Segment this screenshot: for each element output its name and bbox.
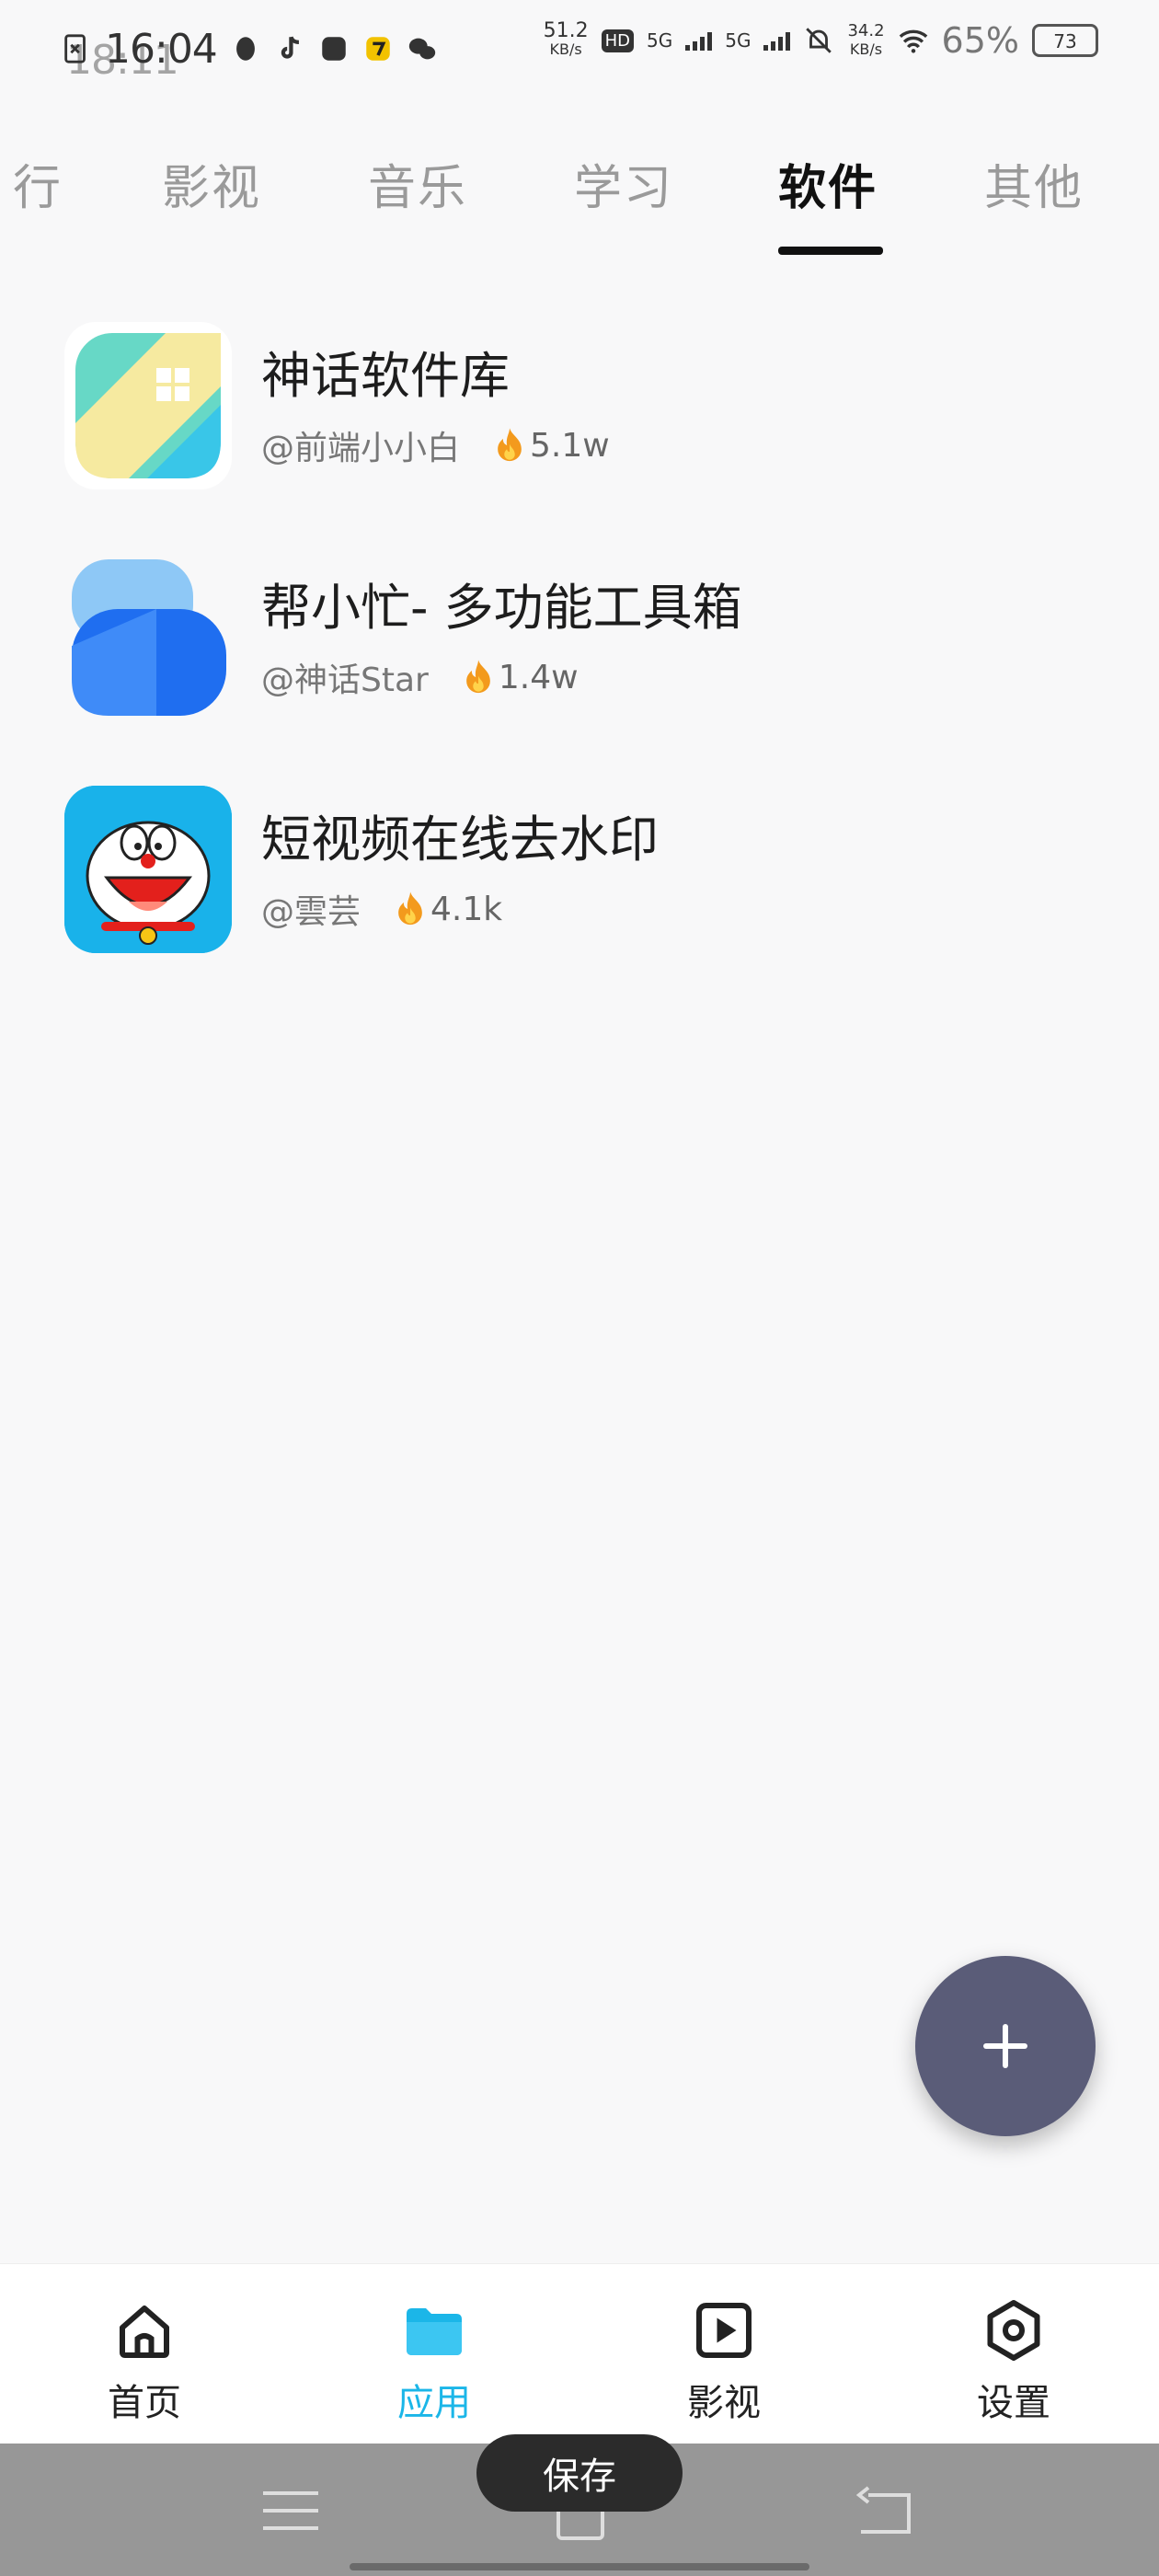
save-button[interactable]: 保存	[476, 2434, 683, 2512]
tab-software[interactable]: 软件	[778, 149, 878, 218]
net-speed-2-unit: KB/s	[849, 40, 883, 58]
gesture-pill[interactable]	[350, 2563, 809, 2570]
status-right: 51.2 KB/s HD 5G 5G 34.2 KB/s 65% 73	[544, 20, 1098, 61]
fire-icon	[498, 428, 522, 462]
app-heat-value: 1.4w	[498, 658, 579, 696]
app-heat-value: 4.1k	[430, 890, 503, 928]
nav-home-label: 首页	[108, 2382, 181, 2424]
battery-icon: 73	[1032, 24, 1098, 57]
app-square-icon	[322, 37, 346, 61]
nav-home[interactable]: 首页	[62, 2297, 227, 2435]
sim-off-icon	[64, 34, 86, 63]
plus-icon	[983, 2024, 1027, 2068]
status-left: 16:04	[61, 17, 438, 81]
tab-active-indicator	[778, 247, 883, 255]
tab-movies[interactable]: 影视	[162, 149, 261, 218]
tab-partial[interactable]: 行	[13, 149, 63, 218]
list-item[interactable]: 短视频在线去水印 @雲芸 4.1k	[0, 776, 1159, 953]
status-time: 16:04	[105, 25, 218, 73]
nav-apps-label: 应用	[397, 2382, 471, 2424]
nav-apps[interactable]: 应用	[351, 2297, 517, 2435]
list-item[interactable]: 帮小忙- 多功能工具箱 @神话Star 1.4w	[0, 545, 1159, 719]
hd-badge: HD	[601, 29, 634, 52]
app-heat-value: 5.1w	[530, 426, 610, 465]
home-icon	[120, 2306, 169, 2358]
fire-icon	[465, 660, 490, 694]
back-icon[interactable]	[855, 2484, 912, 2537]
tiktok-icon	[281, 36, 299, 59]
app-icon-toolbox	[64, 554, 232, 721]
app-title: 短视频在线去水印	[261, 811, 659, 868]
app-heat: 4.1k	[394, 891, 502, 928]
nav-settings[interactable]: 设置	[931, 2297, 1096, 2435]
signal-2-label: 5G	[725, 29, 752, 52]
nav-settings-label: 设置	[977, 2382, 1050, 2424]
signal-1-label: 5G	[646, 29, 673, 52]
battery-pct-ghost: 65%	[941, 20, 1019, 61]
list-item[interactable]: 神话软件库 @前端小小白 5.1w	[0, 313, 1159, 489]
app-author: @神话Star	[261, 661, 429, 699]
yellow-app-icon	[366, 37, 390, 61]
net-speed-unit: KB/s	[549, 40, 582, 58]
doraemon-logo-icon	[64, 786, 232, 953]
tab-study[interactable]: 学习	[574, 149, 673, 218]
tab-music[interactable]: 音乐	[368, 149, 467, 218]
signal-2-icon	[763, 30, 791, 51]
signal-1-icon	[685, 30, 713, 51]
app-meta: @神话Star 1.4w	[261, 653, 579, 701]
menu-icon[interactable]	[263, 2486, 318, 2536]
wechat-icon	[408, 38, 435, 60]
net-speed-value: 51.2	[543, 19, 589, 42]
app-icon-watermark	[64, 786, 232, 953]
qq-icon	[235, 37, 255, 61]
app-meta: @雲芸 4.1k	[261, 885, 502, 933]
bottom-nav: 首页 应用 影视 设置	[0, 2263, 1159, 2444]
battery-level: 73	[1053, 30, 1077, 52]
net-speed-2-value: 34.2	[847, 21, 885, 40]
app-title: 帮小忙- 多功能工具箱	[261, 579, 742, 637]
fire-icon	[398, 891, 422, 926]
app-heat: 1.4w	[462, 659, 579, 696]
app-meta: @前端小小白 5.1w	[261, 421, 610, 469]
tab-other[interactable]: 其他	[984, 149, 1084, 218]
library-logo-icon	[75, 333, 221, 478]
app-heat: 5.1w	[493, 427, 610, 465]
nav-movies[interactable]: 影视	[641, 2297, 807, 2435]
settings-icon	[987, 2300, 1040, 2361]
status-bar: 18:11 16:04 51.2 KB/s HD 5G 5G 34.2 KB/s…	[0, 0, 1159, 92]
category-tabs: 行 影视 音乐 学习 软件 其他	[0, 129, 1159, 267]
app-author: @前端小小白	[261, 430, 461, 467]
wifi-icon	[899, 29, 927, 53]
toolbox-logo-icon	[72, 559, 226, 716]
app-icon-library	[64, 322, 232, 489]
app-author: @雲芸	[261, 893, 361, 931]
app-title: 神话软件库	[261, 347, 510, 405]
add-button[interactable]	[915, 1956, 1096, 2136]
play-icon	[696, 2303, 752, 2358]
mute-bell-icon	[806, 28, 832, 53]
net-speed-2: 34.2 KB/s	[847, 22, 884, 59]
nav-movies-label: 影视	[687, 2382, 761, 2424]
folder-icon	[407, 2308, 462, 2355]
net-speed: 51.2 KB/s	[543, 19, 589, 59]
